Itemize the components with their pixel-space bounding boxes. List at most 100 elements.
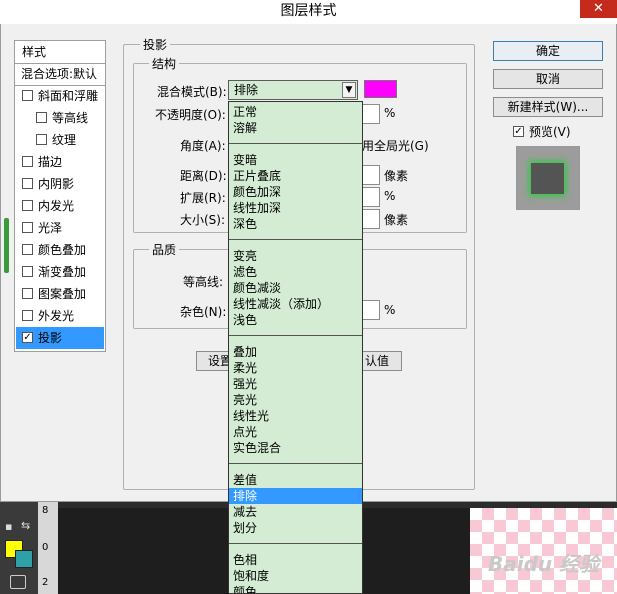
angle-label: 角度(A):	[180, 139, 226, 153]
checkbox-icon[interactable]	[22, 178, 33, 189]
style-item-label: 颜色叠加	[38, 243, 87, 257]
background-color-swatch[interactable]	[15, 550, 33, 568]
scroll-indicator[interactable]	[4, 218, 9, 273]
option-divider	[229, 463, 362, 464]
blend-mode-option[interactable]: 颜色加深	[229, 184, 362, 200]
ok-button[interactable]: 确定	[493, 41, 603, 61]
style-item-label: 斜面和浮雕	[38, 89, 99, 103]
blend-mode-option[interactable]: 滤色	[229, 264, 362, 280]
cancel-button[interactable]: 取消	[493, 69, 603, 89]
blend-mode-option[interactable]: 浅色	[229, 312, 362, 328]
blend-mode-option[interactable]: 溶解	[229, 120, 362, 136]
style-item[interactable]: 颜色叠加	[16, 239, 104, 261]
checkbox-icon[interactable]	[22, 310, 33, 321]
blend-mode-option[interactable]: 线性加深	[229, 200, 362, 216]
blend-mode-label: 混合模式(B):	[157, 85, 227, 99]
drop-shadow-title: 投影	[140, 36, 171, 53]
dialog-title: 图层样式	[280, 3, 337, 19]
swap-colors-icon[interactable]: ⇆	[21, 519, 30, 532]
style-item[interactable]: 内阴影	[16, 173, 104, 195]
checkbox-icon[interactable]	[22, 288, 33, 299]
blend-mode-option[interactable]: 点光	[229, 424, 362, 440]
style-item-label: 内阴影	[38, 177, 75, 191]
preview-checkbox[interactable]: ✓ 预览(V)	[513, 123, 571, 140]
style-item[interactable]: 等高线	[16, 107, 104, 129]
blend-mode-option[interactable]: 线性减淡（添加）	[229, 296, 362, 312]
chevron-down-icon[interactable]: ▼	[342, 82, 356, 98]
preview-swatch	[531, 163, 564, 194]
global-light-label[interactable]: 用全局光(G)	[362, 137, 429, 154]
checkbox-icon[interactable]: ✓	[22, 332, 33, 343]
distance-field[interactable]	[360, 165, 380, 185]
blend-mode-option[interactable]: 叠加	[229, 344, 362, 360]
blend-mode-option[interactable]: 色相	[229, 552, 362, 568]
blend-mode-option[interactable]: 变亮	[229, 248, 362, 264]
blend-mode-option[interactable]: 变暗	[229, 152, 362, 168]
blend-mode-option[interactable]: 颜色减淡	[229, 280, 362, 296]
style-item[interactable]: ✓ 投影	[16, 327, 104, 349]
blend-options-item[interactable]: 混合选项:默认	[16, 63, 104, 85]
watermark: Baidu 经验	[488, 552, 600, 576]
distance-unit: 像素	[384, 169, 409, 183]
style-item[interactable]: 图案叠加	[16, 283, 104, 305]
ruler-tick: 2	[42, 577, 49, 588]
blend-mode-option[interactable]: 柔光	[229, 360, 362, 376]
distance-label: 距离(D):	[180, 169, 227, 183]
opacity-label: 不透明度(O):	[155, 108, 226, 122]
spread-label: 扩展(R):	[180, 191, 226, 205]
new-style-button[interactable]: 新建样式(W)...	[493, 97, 603, 117]
style-item-label: 图案叠加	[38, 287, 87, 301]
vertical-ruler: 8 0 2	[38, 502, 58, 594]
blend-mode-option[interactable]: 深色	[229, 216, 362, 232]
blend-mode-option[interactable]: 排除	[229, 488, 362, 504]
checkbox-icon[interactable]	[22, 200, 33, 211]
checkbox-icon[interactable]	[22, 222, 33, 233]
blend-mode-option[interactable]: 亮光	[229, 392, 362, 408]
checkbox-icon[interactable]	[22, 244, 33, 255]
style-item-label: 等高线	[52, 111, 89, 125]
checkbox-icon[interactable]	[22, 90, 33, 101]
blend-mode-select[interactable]: 排除 ▼	[228, 80, 358, 100]
style-item[interactable]: 纹理	[16, 129, 104, 151]
option-divider	[229, 239, 362, 240]
style-item[interactable]: 描边	[16, 151, 104, 173]
opacity-field[interactable]	[360, 104, 380, 124]
blend-mode-option[interactable]: 划分	[229, 520, 362, 536]
size-label: 大小(S):	[180, 213, 226, 227]
structure-title: 结构	[149, 55, 180, 72]
style-item-label: 描边	[38, 155, 63, 169]
quick-mask-icon[interactable]	[10, 575, 26, 589]
close-button[interactable]: ✕	[580, 0, 617, 18]
noise-field[interactable]	[360, 300, 380, 320]
checkbox-icon[interactable]	[36, 134, 47, 145]
style-item-label: 光泽	[38, 221, 63, 235]
blend-mode-option[interactable]: 颜色	[229, 584, 362, 593]
default-colors-icon[interactable]: ▪	[5, 520, 12, 533]
noise-label: 杂色(N):	[180, 305, 227, 319]
blend-mode-option[interactable]: 线性光	[229, 408, 362, 424]
style-item[interactable]: 光泽	[16, 217, 104, 239]
blend-mode-option[interactable]: 饱和度	[229, 568, 362, 584]
preview-label: 预览(V)	[529, 125, 571, 139]
style-item[interactable]: 渐变叠加	[16, 261, 104, 283]
option-divider	[229, 335, 362, 336]
blend-mode-option[interactable]: 实色混合	[229, 440, 362, 456]
blend-mode-option[interactable]: 差值	[229, 472, 362, 488]
checkbox-icon[interactable]	[22, 156, 33, 167]
size-field[interactable]	[360, 209, 380, 229]
checkbox-icon[interactable]	[22, 266, 33, 277]
style-item[interactable]: 外发光	[16, 305, 104, 327]
style-item-label: 渐变叠加	[38, 265, 87, 279]
blend-mode-option[interactable]: 减去	[229, 504, 362, 520]
spread-field[interactable]	[360, 187, 380, 207]
blend-mode-option[interactable]: 正常	[229, 104, 362, 120]
checkbox-icon[interactable]: ✓	[513, 126, 524, 137]
blend-mode-option[interactable]: 强光	[229, 376, 362, 392]
blend-mode-option[interactable]: 正片叠底	[229, 168, 362, 184]
style-item[interactable]: 斜面和浮雕	[16, 85, 104, 107]
shadow-color-swatch[interactable]	[364, 80, 397, 98]
style-item[interactable]: 内发光	[16, 195, 104, 217]
checkbox-icon[interactable]	[36, 112, 47, 123]
quality-title: 品质	[149, 241, 180, 258]
blend-mode-value: 排除	[234, 83, 259, 97]
